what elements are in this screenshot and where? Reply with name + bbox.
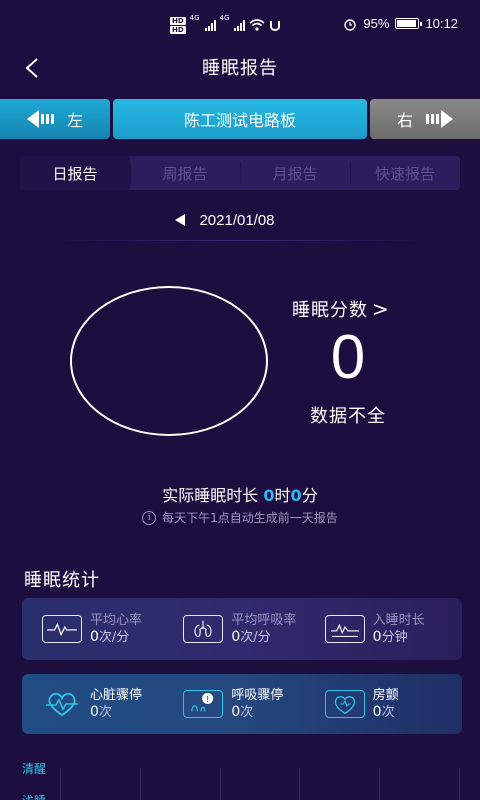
- chart-column: [380, 768, 460, 800]
- breath-alert-icon: !: [183, 690, 224, 718]
- duration-hours-unit: 时: [274, 486, 291, 505]
- sleep-score-value: 0: [330, 323, 366, 392]
- network-type: 4G: [189, 14, 200, 22]
- apnea-stat: ! 呼吸骤停 0次: [171, 674, 312, 734]
- chevron-right-icon: >: [372, 297, 390, 321]
- stat-label: 呼吸骤停: [231, 687, 284, 703]
- next-device-label: 右: [396, 111, 413, 130]
- device-selector: 左 陈工测试电路板 右: [0, 99, 480, 139]
- next-device-button[interactable]: 右: [370, 99, 480, 139]
- current-date: 2021/01/08: [199, 211, 275, 229]
- avg-heart-rate-stat: 平均心率 0次/分: [30, 598, 171, 660]
- duration-label: 实际睡眠时长: [162, 486, 259, 505]
- signal-icon: [204, 19, 216, 31]
- header: 睡眠报告: [0, 44, 480, 92]
- vital-stats-panel: 平均心率 0次/分 平均呼吸率 0次/分 入睡时长 0分钟: [22, 598, 462, 660]
- stat-label: 心脏骤停: [90, 687, 143, 703]
- divider: [55, 240, 425, 241]
- app-notification-icon: [270, 21, 281, 31]
- status-bar: HD HD 4G 4G 95% 10:12: [0, 0, 480, 44]
- wifi-icon: [249, 19, 265, 31]
- previous-device-label: 左: [66, 111, 83, 130]
- duration-hours: 0: [263, 486, 275, 505]
- sleep-score-label: 睡眠分数: [292, 300, 368, 321]
- network-type-2: 4G: [219, 14, 230, 22]
- date-selector: 2021/01/08: [0, 208, 480, 232]
- battery-percent: 95%: [363, 16, 390, 31]
- chart-column: [221, 768, 301, 800]
- clock: 10:12: [425, 16, 458, 31]
- chart-column: [300, 768, 381, 800]
- page-title: 睡眠报告: [202, 58, 278, 79]
- stat-value: 0次: [372, 703, 395, 720]
- heart-rate-monitor-icon: [42, 615, 82, 643]
- sleep-score-status: 数据不全: [310, 406, 386, 427]
- stat-value: 0次/分: [90, 628, 130, 645]
- stat-value: 0分钟: [372, 628, 408, 645]
- lungs-icon: [183, 615, 224, 643]
- chart-column: [61, 768, 141, 800]
- signal-icon-2: [234, 19, 246, 31]
- sleep-score-ring: [70, 286, 268, 436]
- current-device-button[interactable]: 陈工测试电路板: [113, 99, 367, 139]
- svg-text:!: !: [206, 694, 209, 704]
- status-icons-left: HD HD 4G 4G: [170, 14, 281, 36]
- previous-device-button[interactable]: 左: [0, 99, 110, 139]
- previous-date-icon[interactable]: [175, 214, 186, 226]
- tab-daily-report[interactable]: 日报告: [20, 156, 130, 190]
- status-icons-right: 95% 10:12: [343, 16, 458, 31]
- stat-value: 0次/分: [231, 628, 271, 645]
- sleep-stats-title: 睡眠统计: [24, 570, 100, 591]
- tab-quick-report[interactable]: 快速报告: [350, 156, 460, 190]
- arrow-right-icon: [426, 110, 453, 128]
- tab-weekly-report[interactable]: 周报告: [130, 156, 240, 190]
- heart-flutter-icon: [324, 690, 365, 718]
- cardiac-arrest-stat: 心脏骤停 0次: [30, 674, 171, 734]
- stat-label: 入睡时长: [372, 612, 425, 628]
- event-stats-panel: 心脏骤停 0次 ! 呼吸骤停 0次 房颤 0次: [22, 674, 462, 734]
- info-icon: i: [142, 510, 157, 525]
- hd-icon: HD HD: [170, 16, 186, 34]
- report-hint: i 每天下午1点自动生成前一天报告: [0, 509, 480, 526]
- alarm-icon: [344, 18, 357, 31]
- stat-label: 平均心率: [90, 612, 143, 628]
- duration-minutes-unit: 分: [301, 486, 318, 505]
- legend-light-sleep: 浅睡: [22, 792, 46, 800]
- chart-column: [141, 768, 221, 800]
- hint-text: 每天下午1点自动生成前一天报告: [162, 511, 338, 525]
- stat-value: 0次: [90, 703, 112, 720]
- report-tabs: 日报告 周报告 月报告 快速报告: [20, 156, 460, 190]
- stat-label: 平均呼吸率: [231, 612, 297, 628]
- heart-pulse-icon: [46, 692, 78, 717]
- duration-minutes: 0: [290, 486, 302, 505]
- atrial-fibrillation-stat: 房颤 0次: [313, 674, 454, 734]
- waveform-monitor-icon: [324, 615, 365, 643]
- avg-respiration-rate-stat: 平均呼吸率 0次/分: [171, 598, 312, 660]
- sleep-stage-chart: [60, 768, 460, 800]
- battery-icon: [395, 18, 423, 29]
- tab-monthly-report[interactable]: 月报告: [240, 156, 350, 190]
- sleep-score-link[interactable]: 睡眠分数 >: [292, 296, 390, 322]
- actual-sleep-duration: 实际睡眠时长 0时0分: [0, 482, 480, 506]
- sleep-latency-stat: 入睡时长 0分钟: [313, 598, 454, 660]
- legend-awake: 清醒: [22, 762, 47, 776]
- arrow-left-icon: [26, 110, 54, 128]
- stat-label: 房颤: [372, 687, 399, 703]
- stat-value: 0次: [231, 703, 254, 720]
